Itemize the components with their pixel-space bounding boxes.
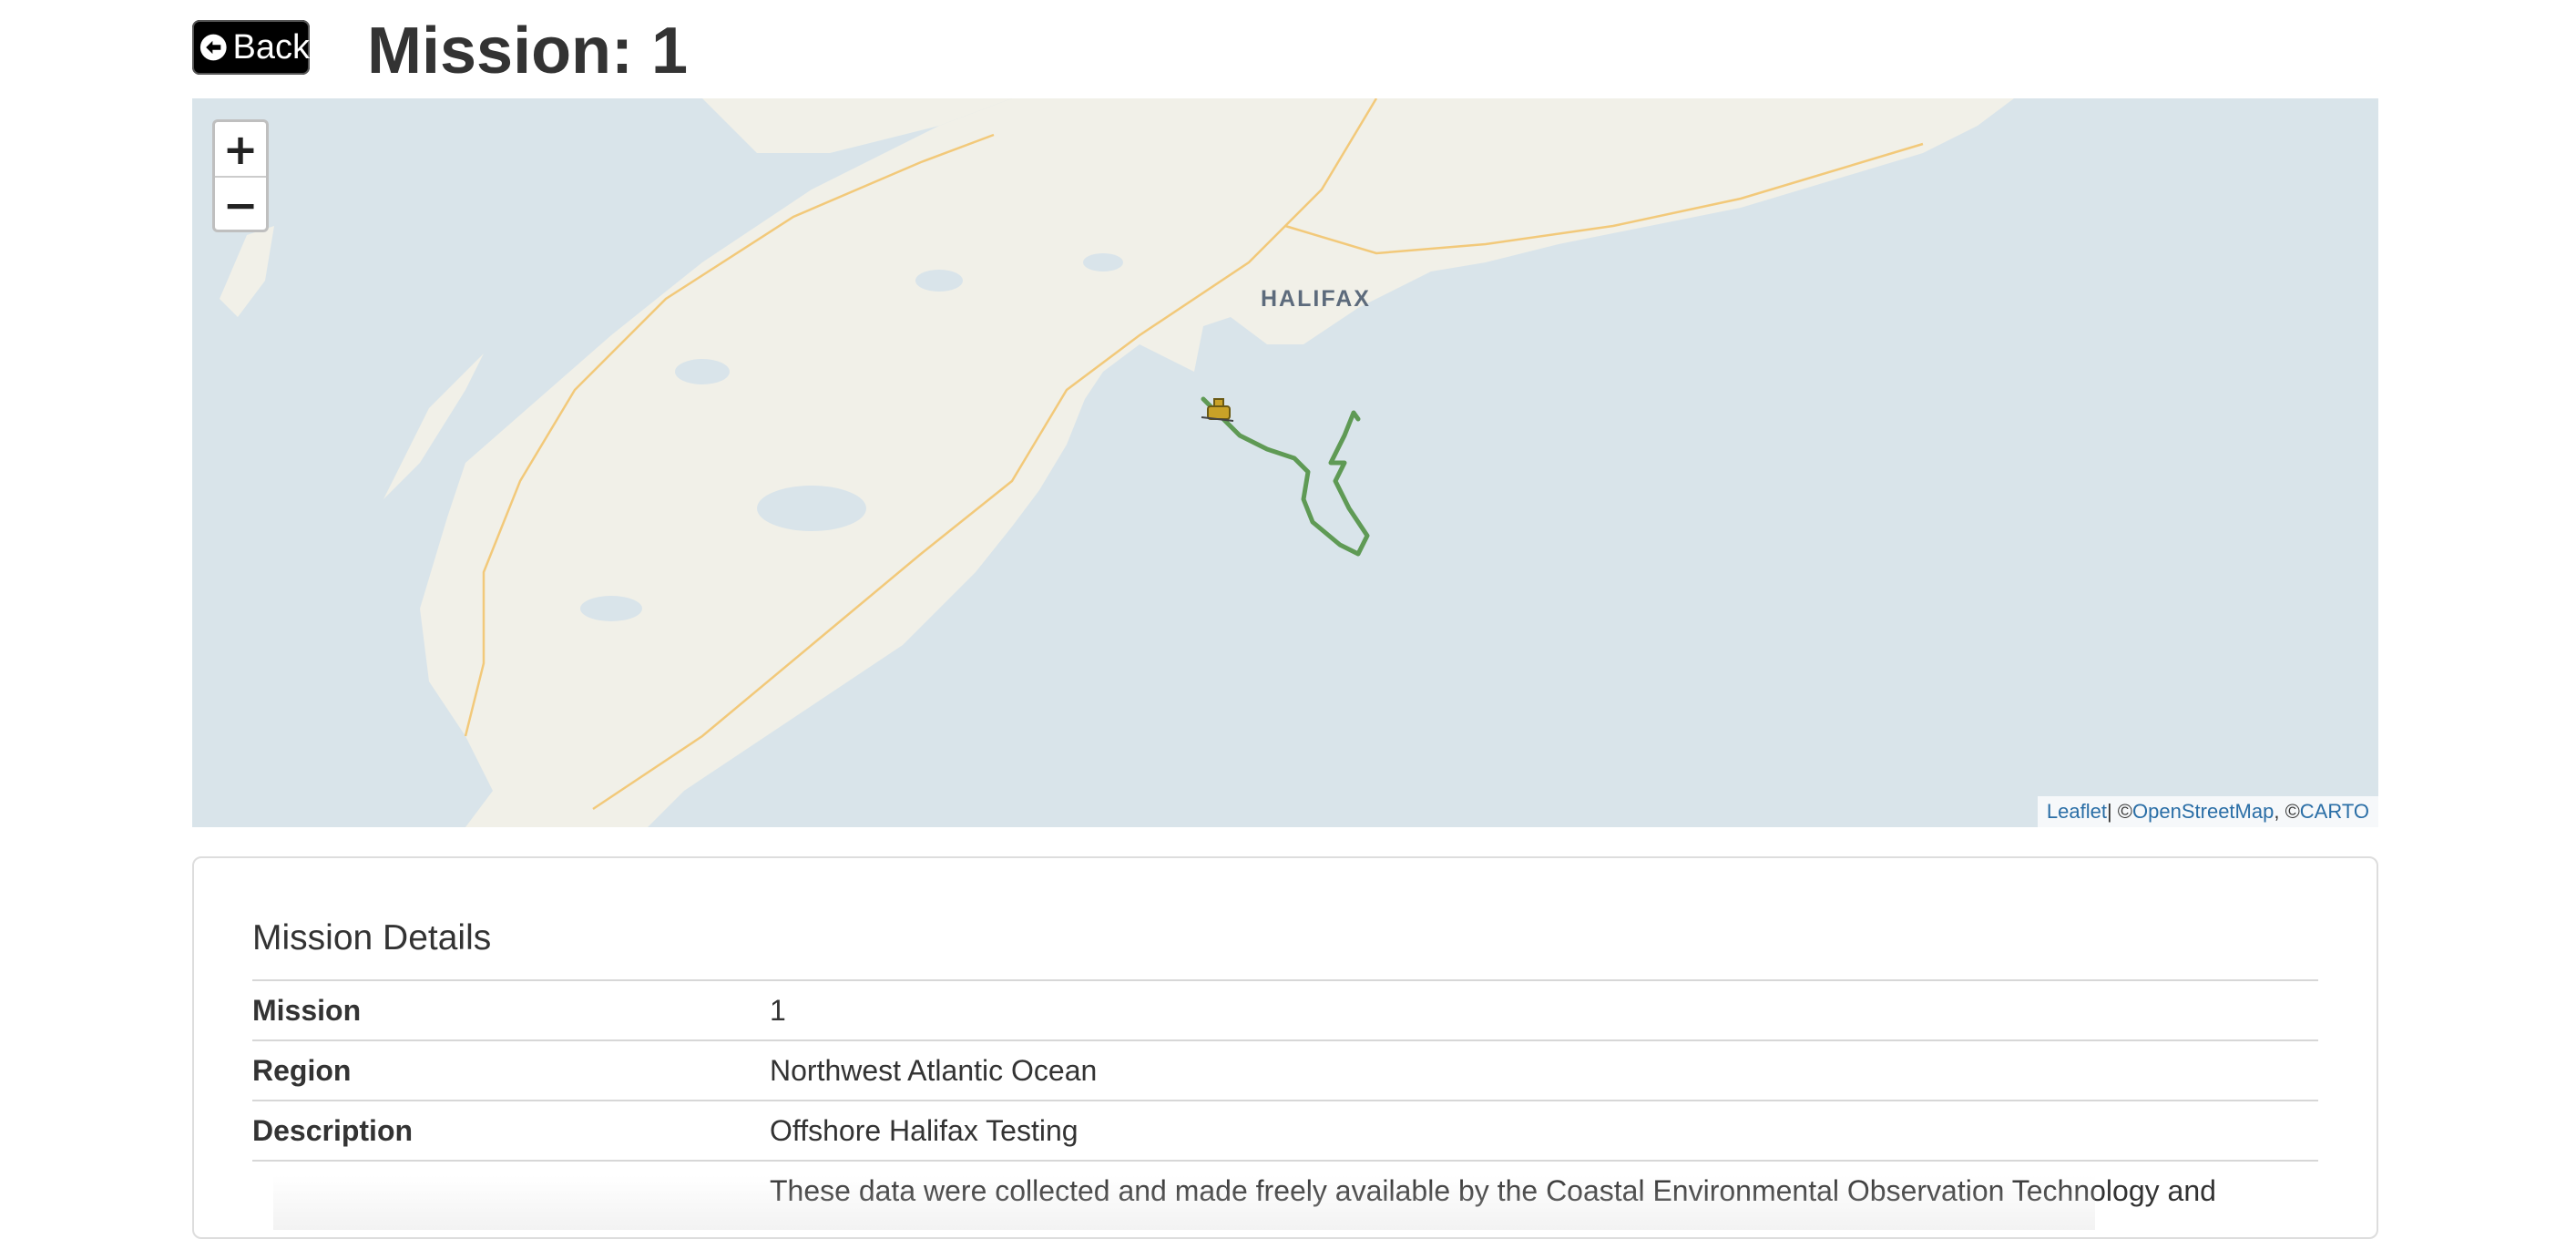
lake (757, 486, 866, 531)
details-table: Mission 1 Region Northwest Atlantic Ocea… (252, 979, 2318, 1220)
table-row: Region Northwest Atlantic Ocean (252, 1039, 2318, 1100)
table-row: These data were collected and made freel… (252, 1160, 2318, 1220)
row-key: Description (252, 1113, 414, 1147)
arrow-left-icon (199, 34, 227, 61)
back-button[interactable]: Back (192, 20, 310, 75)
row-key: Mission (252, 993, 362, 1027)
lake (580, 596, 642, 621)
attribution-separator: | © (2106, 800, 2133, 823)
mission-details-panel: Mission Details Mission 1 Region Northwe… (192, 856, 2378, 1239)
row-value: Northwest Atlantic Ocean (770, 1053, 1098, 1087)
back-button-label: Back (232, 27, 310, 67)
zoom-out-button[interactable]: − (215, 178, 266, 230)
table-row: Mission 1 (252, 979, 2318, 1039)
attribution-comma: , © (2274, 800, 2300, 823)
page-title: Mission: 1 (367, 15, 689, 87)
openstreetmap-link[interactable]: OpenStreetMap (2132, 800, 2274, 824)
row-key: Region (252, 1053, 352, 1087)
row-value: 1 (770, 993, 786, 1027)
row-value: Offshore Halifax Testing (770, 1113, 1078, 1147)
map-basemap[interactable] (192, 98, 2378, 827)
details-heading: Mission Details (252, 918, 492, 957)
table-row: Description Offshore Halifax Testing (252, 1100, 2318, 1160)
city-label: HALIFAX (1261, 286, 1371, 312)
row-value: These data were collected and made freel… (770, 1173, 2216, 1207)
carto-link[interactable]: CARTO (2300, 800, 2369, 824)
zoom-in-button[interactable]: + (215, 122, 266, 178)
page-header: Back Mission: 1 (192, 7, 2576, 98)
lake (915, 270, 963, 292)
map-attribution: Leaflet | © OpenStreetMap , © CARTO (2037, 796, 2378, 827)
zoom-control: + − (212, 119, 269, 232)
mission-map[interactable]: + − HALIFAX Leaflet | © OpenStreetMap , … (192, 98, 2378, 827)
lake (1083, 253, 1123, 271)
lake (675, 359, 730, 384)
leaflet-link[interactable]: Leaflet (2047, 800, 2107, 824)
